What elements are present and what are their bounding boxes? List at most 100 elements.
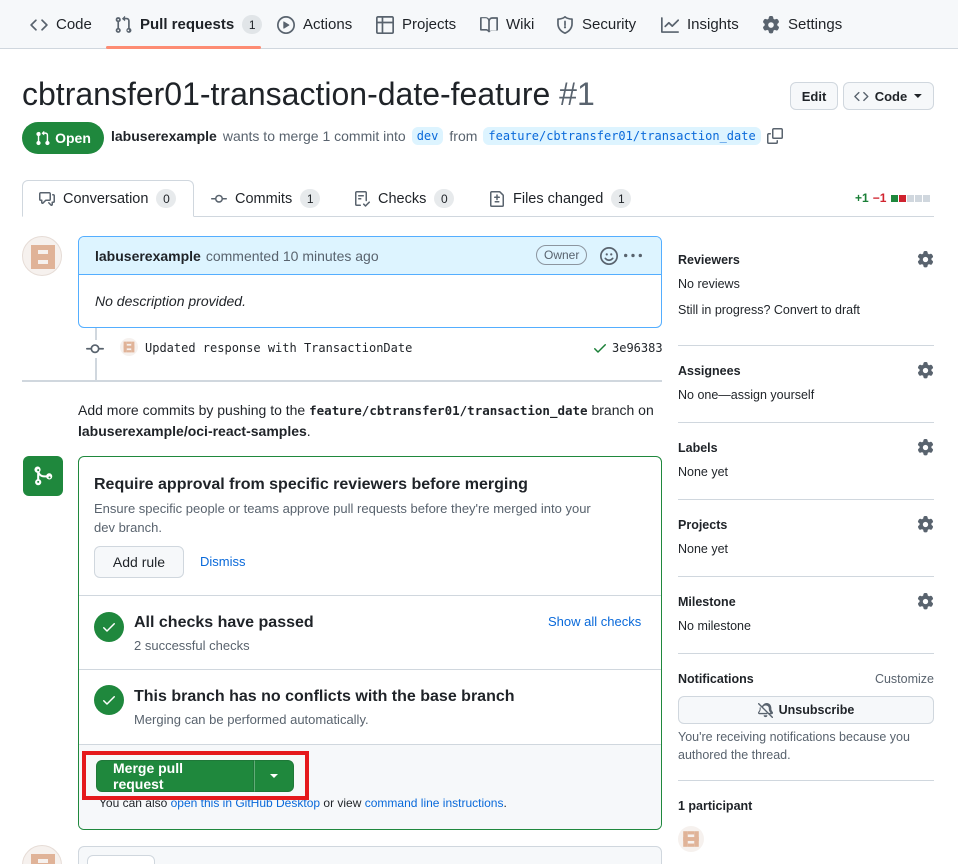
tab-checks[interactable]: Checks 0 <box>354 180 455 217</box>
gear-icon[interactable] <box>917 516 934 533</box>
gear-icon[interactable] <box>917 439 934 456</box>
commit-icon <box>211 194 227 203</box>
file-diff-icon <box>490 190 504 207</box>
code-dropdown-button[interactable]: Code <box>843 82 934 110</box>
sidebar-heading[interactable]: Labels <box>678 441 934 455</box>
avatar[interactable] <box>22 845 62 864</box>
sidebar-divider <box>678 653 934 654</box>
approval-title: Require approval from specific reviewers… <box>94 476 528 493</box>
pull-request-icon <box>36 130 50 145</box>
sidebar-notifications: Notifications Customize Unsubscribe You'… <box>678 672 934 762</box>
customize-link[interactable]: Customize <box>875 672 934 686</box>
tab-count: 0 <box>434 189 455 208</box>
nav-settings[interactable]: Settings <box>762 0 842 49</box>
sidebar-reviewers: Reviewers No reviews Still in progress? … <box>678 251 934 317</box>
nav-label: Code <box>56 16 92 33</box>
cli-instructions-link[interactable]: command line instructions <box>365 796 504 810</box>
tab-files-changed[interactable]: Files changed 1 <box>489 180 632 217</box>
tab-commits[interactable]: Commits 1 <box>211 180 321 217</box>
tab-conversation[interactable]: Conversation 0 <box>22 180 194 217</box>
sidebar-projects: Projects None yet <box>678 516 934 556</box>
sidebar-heading[interactable]: Reviewers <box>678 253 934 267</box>
graph-icon <box>661 16 679 33</box>
tab-label: Checks <box>378 190 427 207</box>
nav-pull-requests[interactable]: Pull requests 1 <box>114 0 263 49</box>
gear-icon[interactable] <box>917 362 934 379</box>
new-comment-box <box>78 846 662 864</box>
sidebar-heading[interactable]: Projects <box>678 518 934 532</box>
push-branch: feature/cbtransfer01/transaction_date <box>309 403 588 418</box>
smiley-icon[interactable] <box>600 247 618 265</box>
nav-actions[interactable]: Actions <box>277 0 352 49</box>
commit-message[interactable]: Updated response with TransactionDate <box>145 341 412 355</box>
copy-icon[interactable] <box>766 128 783 144</box>
nav-wiki[interactable]: Wiki <box>480 0 534 49</box>
commit-icon <box>86 340 104 358</box>
avatar[interactable] <box>120 338 138 356</box>
timeline-divider <box>22 380 662 382</box>
author-link[interactable]: labuserexample <box>111 128 217 144</box>
kebab-horizontal-icon[interactable] <box>624 247 642 265</box>
comment-timestamp[interactable]: commented 10 minutes ago <box>206 248 379 264</box>
git-merge-icon <box>34 466 53 486</box>
pull-request-icon <box>115 15 132 33</box>
push-text: . <box>306 423 311 439</box>
nav-label: Insights <box>687 16 739 33</box>
show-all-checks-link[interactable]: Show all checks <box>548 614 641 629</box>
tab-count: 1 <box>611 189 632 208</box>
diffstat-blocks <box>890 194 931 202</box>
table-icon <box>376 15 394 34</box>
sidebar-heading[interactable]: Milestone <box>678 595 934 609</box>
nav-insights[interactable]: Insights <box>661 0 739 49</box>
sidebar-value: No milestone <box>678 619 751 633</box>
pr-title-text: cbtransfer01-transaction-date-feature <box>22 76 551 112</box>
code-icon <box>854 91 869 101</box>
sidebar-milestone: Milestone No milestone <box>678 593 934 633</box>
add-rule-button[interactable]: Add rule <box>94 546 184 578</box>
nav-label: Pull requests <box>140 16 235 33</box>
assign-yourself-text[interactable]: No one—assign yourself <box>678 388 934 402</box>
dismiss-link[interactable]: Dismiss <box>200 554 246 569</box>
gear-icon[interactable] <box>917 251 934 268</box>
nav-code[interactable]: Code <box>30 0 92 49</box>
annotation-highlight-box <box>82 751 309 800</box>
conflicts-section: This branch has no conflicts with the ba… <box>79 670 661 745</box>
identicon-icon <box>683 831 699 847</box>
sidebar-divider <box>678 422 934 423</box>
checklist-icon <box>355 190 370 207</box>
push-repo: labuserexample/oci-react-samples <box>78 423 307 439</box>
avatar[interactable] <box>678 826 704 852</box>
commit-sha[interactable]: 3e96383 <box>612 341 663 355</box>
sidebar-divider <box>678 576 934 577</box>
sidebar-heading[interactable]: Assignees <box>678 364 934 378</box>
add-rule-label: Add rule <box>112 554 166 570</box>
checks-subtitle: 2 successful checks <box>134 638 250 653</box>
write-tab[interactable] <box>87 855 155 864</box>
play-icon <box>277 15 295 34</box>
tab-label: Conversation <box>63 190 149 207</box>
notification-reason: You're receiving notifications because y… <box>678 730 910 762</box>
edit-button[interactable]: Edit <box>790 82 838 110</box>
sidebar-divider <box>678 780 934 781</box>
tab-count: 1 <box>300 189 321 208</box>
head-branch[interactable]: feature/cbtransfer01/transaction_date <box>483 127 761 145</box>
avatar[interactable] <box>22 236 62 276</box>
nav-pr-count: 1 <box>242 15 263 34</box>
identicon-icon <box>31 245 55 269</box>
nav-security[interactable]: Security <box>556 0 636 49</box>
unsubscribe-button[interactable]: Unsubscribe <box>678 696 934 724</box>
checks-title: All checks have passed <box>134 614 314 631</box>
check-icon[interactable] <box>592 340 608 356</box>
comment-author[interactable]: labuserexample <box>95 248 201 264</box>
tab-label: Files changed <box>513 190 604 207</box>
conflicts-status-circle <box>94 685 124 715</box>
gear-icon[interactable] <box>917 593 934 610</box>
merge-status-icon <box>23 456 63 496</box>
nav-projects[interactable]: Projects <box>376 0 456 49</box>
checks-section: All checks have passed 2 successful chec… <box>79 596 661 670</box>
convert-to-draft-text[interactable]: Still in progress? Convert to draft <box>678 303 934 317</box>
base-branch[interactable]: dev <box>411 127 444 145</box>
push-text: branch on <box>591 402 654 418</box>
identicon-icon <box>31 854 55 864</box>
nav-label: Projects <box>402 16 457 33</box>
